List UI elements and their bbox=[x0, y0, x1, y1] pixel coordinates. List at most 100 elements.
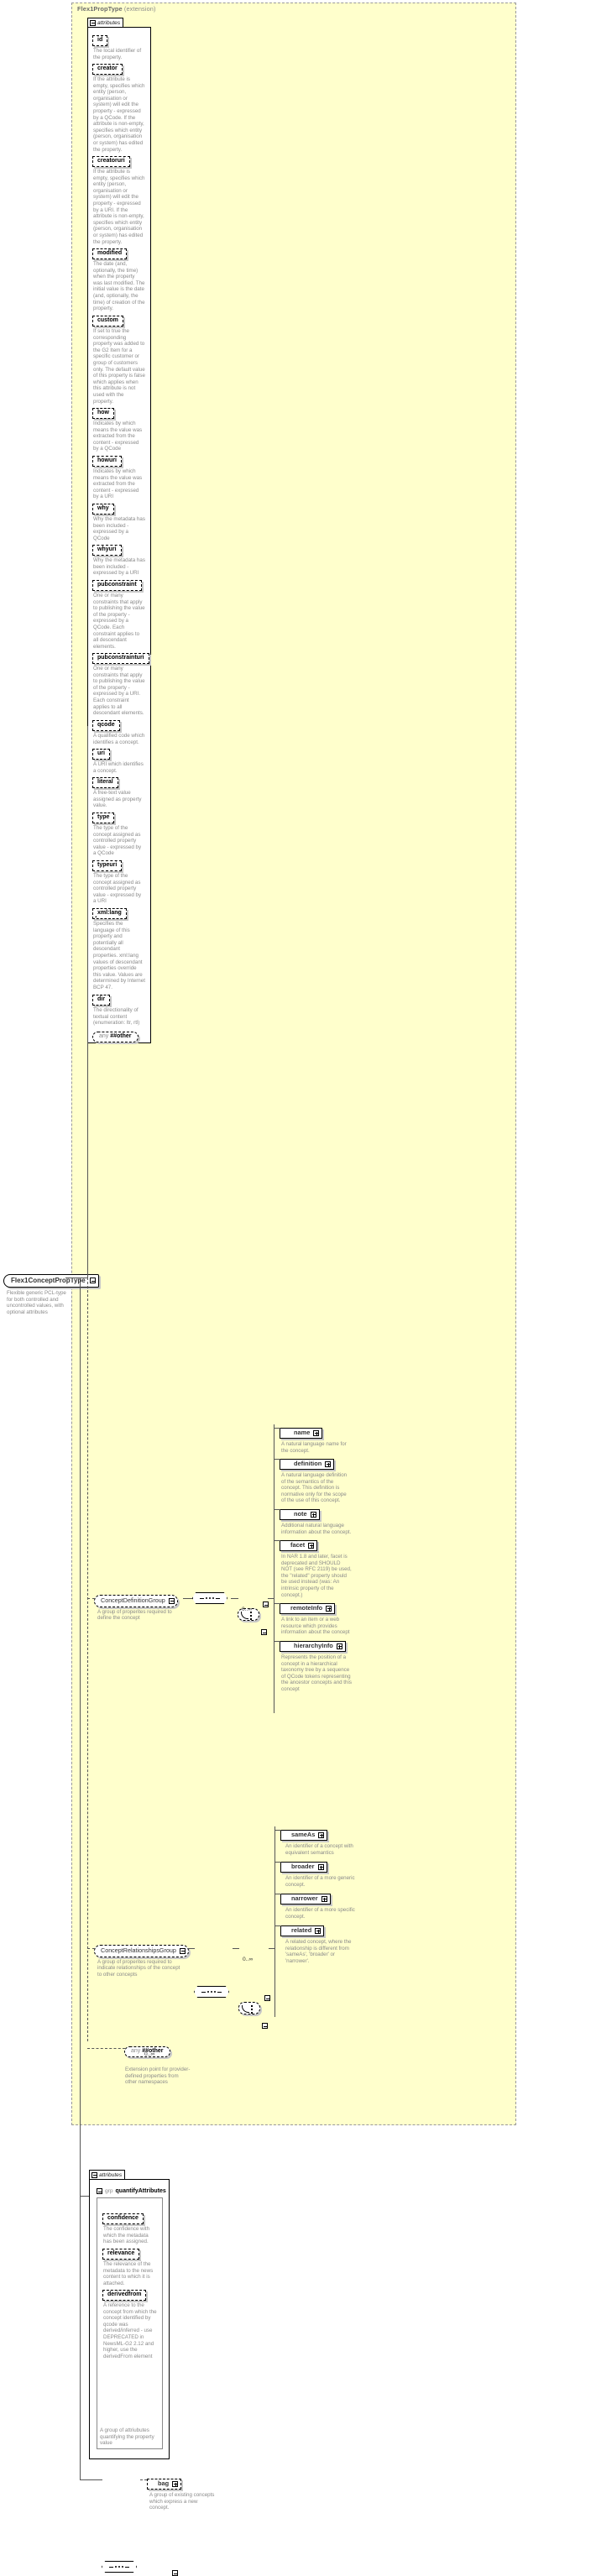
expand-plus-icon[interactable] bbox=[336, 1643, 342, 1649]
main-type-node[interactable]: Flex1ConceptPropType bbox=[3, 1273, 99, 1288]
element-broader[interactable]: broader bbox=[280, 1861, 327, 1873]
element-label: definition bbox=[294, 1460, 322, 1467]
grp-tab-quantify-attributes[interactable]: grp quantifyAttributes bbox=[97, 2188, 169, 2194]
attribute-type[interactable]: type bbox=[92, 812, 115, 823]
element-doc: Represents the position of a concept in … bbox=[281, 1654, 352, 1692]
connector bbox=[80, 1278, 81, 2479]
collapse-minus-icon[interactable] bbox=[172, 2570, 179, 2576]
expand-plus-icon[interactable] bbox=[318, 1831, 325, 1838]
element-definition[interactable]: definition bbox=[280, 1458, 335, 1470]
expand-plus-icon[interactable] bbox=[172, 2480, 179, 2487]
element-remoteInfo[interactable]: remoteInfo bbox=[280, 1602, 336, 1614]
collapse-minus-icon[interactable] bbox=[261, 1629, 267, 1635]
element-label: related bbox=[291, 1926, 312, 1934]
collapse-minus-icon[interactable] bbox=[179, 1947, 186, 1954]
expand-plus-icon[interactable] bbox=[310, 1511, 316, 1518]
attribute-typeuri[interactable]: typeuri bbox=[92, 860, 123, 871]
attribute-xml-lang[interactable]: xml:lang bbox=[92, 907, 127, 919]
concept-relationships-group-wrap: ConceptRelationshipsGroup A group of pro… bbox=[94, 1941, 189, 1978]
attribute-item: creatoruri If the attribute is empty, spe… bbox=[92, 151, 145, 245]
attribute-label: why bbox=[97, 505, 109, 511]
element-note[interactable]: note bbox=[280, 1508, 320, 1520]
element-label: broader bbox=[291, 1863, 315, 1870]
expand-plus-icon[interactable] bbox=[321, 1895, 327, 1902]
sequence-connector-cdg[interactable] bbox=[192, 1592, 227, 1604]
expand-plus-icon[interactable] bbox=[308, 1542, 315, 1549]
attribute-item: pubconstrainturi One or many constraints … bbox=[92, 648, 149, 717]
sequence-connector-bag[interactable] bbox=[102, 2561, 137, 2573]
attributes-any-other-box[interactable]: any ##other bbox=[92, 1031, 139, 1042]
attributes-tab-label-quantify: attributes bbox=[99, 2171, 123, 2178]
connector bbox=[80, 2196, 89, 2197]
element-doc: The relevance of the metadata to the new… bbox=[103, 2261, 154, 2286]
attribute-literal[interactable]: literal bbox=[92, 776, 118, 788]
collapse-minus-icon[interactable] bbox=[263, 1602, 269, 1607]
attribute-label: xml:lang bbox=[97, 910, 122, 916]
concept-relationships-group[interactable]: ConceptRelationshipsGroup bbox=[94, 1945, 189, 1957]
attribute-id[interactable]: id bbox=[92, 34, 108, 46]
concept-relationships-group-doc: A group of properites required to indica… bbox=[97, 1958, 180, 1978]
element-doc: Why the metadata has been included - exp… bbox=[93, 516, 145, 541]
expand-plus-icon[interactable] bbox=[317, 1863, 324, 1870]
attribute-derivedfrom[interactable]: derivedfrom bbox=[102, 2289, 147, 2301]
attribute-custom[interactable]: custom bbox=[92, 315, 123, 327]
element-doc: The type of the concept assigned as cont… bbox=[93, 873, 142, 905]
attribute-modified[interactable]: modified bbox=[92, 248, 128, 259]
attribute-relevance[interactable]: relevance bbox=[102, 2248, 140, 2260]
element-doc: The confidence with which the metadata h… bbox=[103, 2226, 150, 2245]
element-sameAs[interactable]: sameAs bbox=[280, 1829, 328, 1841]
collapse-minus-icon[interactable] bbox=[168, 1597, 175, 1604]
sequence-connector-crg[interactable] bbox=[194, 1986, 229, 1998]
attribute-howuri[interactable]: howuri bbox=[92, 455, 122, 467]
attribute-uri[interactable]: uri bbox=[92, 748, 110, 760]
collapse-minus-icon[interactable] bbox=[264, 1995, 271, 2001]
collapse-minus-icon[interactable] bbox=[97, 2188, 102, 2194]
attribute-qcode[interactable]: qcode bbox=[92, 719, 120, 731]
bag-element[interactable]: bag bbox=[147, 2478, 182, 2490]
attribute-pubconstrainturi[interactable]: pubconstrainturi bbox=[92, 652, 149, 664]
collapse-minus-icon[interactable] bbox=[91, 2171, 97, 2178]
element-doc: The directionality of textual content (e… bbox=[93, 1007, 140, 1027]
attribute-how[interactable]: how bbox=[92, 407, 114, 419]
connector bbox=[274, 1830, 281, 1831]
expand-plus-icon[interactable] bbox=[315, 1927, 322, 1934]
collapse-minus-icon[interactable] bbox=[262, 2023, 268, 2029]
element-facet[interactable]: facet bbox=[280, 1539, 318, 1551]
expand-plus-icon[interactable] bbox=[325, 1460, 332, 1467]
attribute-label: derivedfrom bbox=[107, 2291, 142, 2297]
expand-plus-icon[interactable] bbox=[326, 1605, 332, 1612]
choice-connector-crg[interactable] bbox=[238, 2002, 260, 2014]
attribute-item: type The type of the concept assigned as … bbox=[92, 807, 145, 857]
attribute-item: dir The directionality of textual content… bbox=[92, 990, 145, 1027]
connector bbox=[274, 1509, 280, 1510]
concept-definition-group[interactable]: ConceptDefinitionGroup bbox=[94, 1595, 178, 1607]
connector bbox=[140, 2479, 147, 2480]
attribute-label: creator bbox=[97, 65, 118, 71]
attribute-confidence[interactable]: confidence bbox=[102, 2213, 144, 2224]
element-doc: The date (and, optionally, the time) whe… bbox=[93, 261, 145, 312]
element-hierarchyInfo[interactable]: hierarchyInfo bbox=[280, 1640, 346, 1652]
attribute-pubconstraint[interactable]: pubconstraint bbox=[92, 579, 142, 591]
attributes-tab-quantify[interactable]: attributes bbox=[89, 2170, 126, 2179]
element-doc: A related concept, where the relationshi… bbox=[285, 1939, 352, 1964]
attribute-creator[interactable]: creator bbox=[92, 63, 123, 75]
element-name[interactable]: name bbox=[280, 1427, 323, 1439]
element-related[interactable]: related bbox=[280, 1925, 325, 1936]
element-doc: In NAR 1.8 and later, facet is deprecate… bbox=[281, 1554, 352, 1598]
attributes-any-other-wrap: any ##other bbox=[92, 1027, 139, 1042]
element-doc: A natural language name for the concept. bbox=[281, 1441, 347, 1454]
attribute-why[interactable]: why bbox=[92, 503, 114, 515]
attribute-item: confidence The confidence with which the … bbox=[102, 2208, 157, 2245]
element-doc: A free-text value assigned as property v… bbox=[93, 790, 142, 809]
collapse-minus-icon[interactable] bbox=[89, 1278, 96, 1283]
connector bbox=[274, 1428, 280, 1429]
element-narrower[interactable]: narrower bbox=[280, 1893, 331, 1905]
attributes-tab-main[interactable]: attributes bbox=[87, 18, 124, 27]
attribute-creatoruri[interactable]: creatoruri bbox=[92, 155, 130, 167]
expand-plus-icon[interactable] bbox=[313, 1429, 320, 1436]
attribute-whyuri[interactable]: whyuri bbox=[92, 544, 122, 556]
connector bbox=[274, 1459, 280, 1460]
attribute-item: relevance The relevance of the metadata t… bbox=[102, 2244, 157, 2286]
collapse-minus-icon[interactable] bbox=[90, 19, 96, 26]
attribute-dir[interactable]: dir bbox=[92, 994, 110, 1006]
